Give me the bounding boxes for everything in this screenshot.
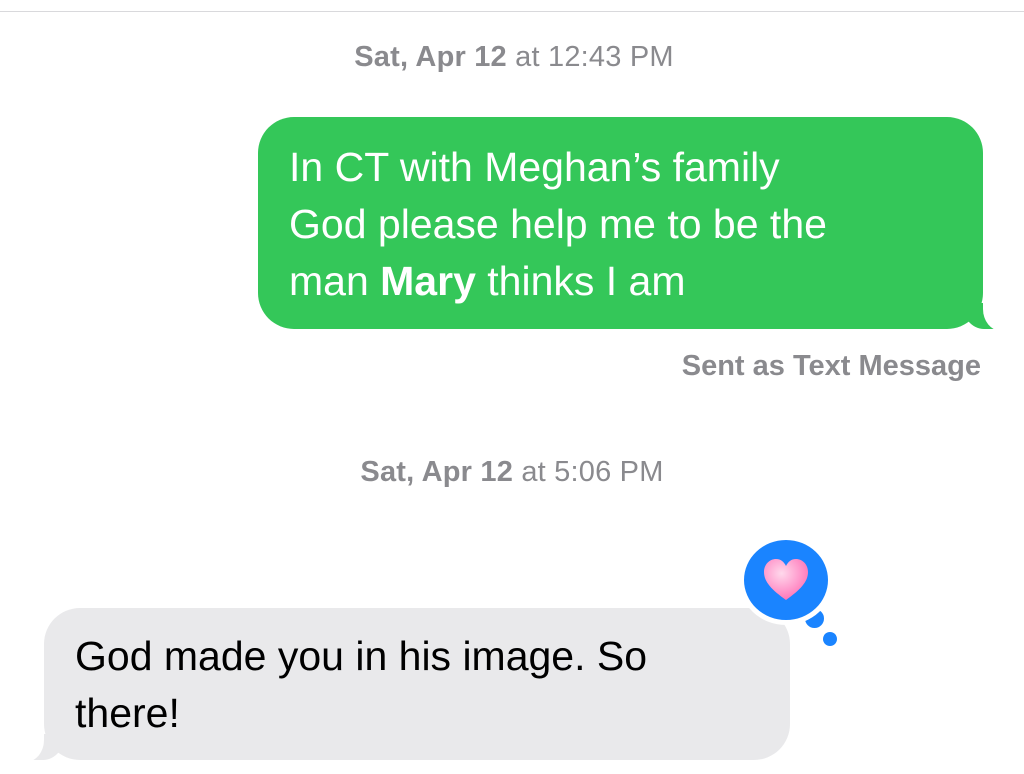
timestamp-day: Sat, Apr 12 [360, 456, 514, 488]
timestamp-time: at 5:06 PM [521, 456, 664, 488]
sent-message-line: man Mary thinks I am [289, 258, 686, 304]
tapback-reaction[interactable] [739, 535, 833, 625]
timestamp-day: Sat, Apr 12 [354, 41, 507, 73]
sent-message-line: In CT with Meghan’s family [289, 144, 780, 190]
received-message-text: God made you in his image. So there! [75, 633, 648, 736]
delivery-status: Sent as Text Message [681, 350, 981, 382]
timestamp-header: Sat, Apr 12 at 12:43 PM [0, 41, 1024, 74]
sent-message-text: In CT with Meghan’s family God please he… [289, 139, 955, 310]
received-message-bubble[interactable]: God made you in his image. So there! [14, 608, 790, 762]
contact-mention[interactable]: Mary [380, 258, 476, 304]
sent-message-line: God please help me to be the [289, 201, 827, 247]
timestamp-time: at 12:43 PM [515, 41, 674, 73]
timestamp-header: Sat, Apr 12 at 5:06 PM [0, 456, 1024, 489]
top-divider [0, 11, 1024, 12]
heart-icon [762, 558, 810, 602]
tapback-tail-dot [823, 632, 837, 646]
sent-message-bubble[interactable]: In CT with Meghan’s family God please he… [258, 117, 1013, 331]
